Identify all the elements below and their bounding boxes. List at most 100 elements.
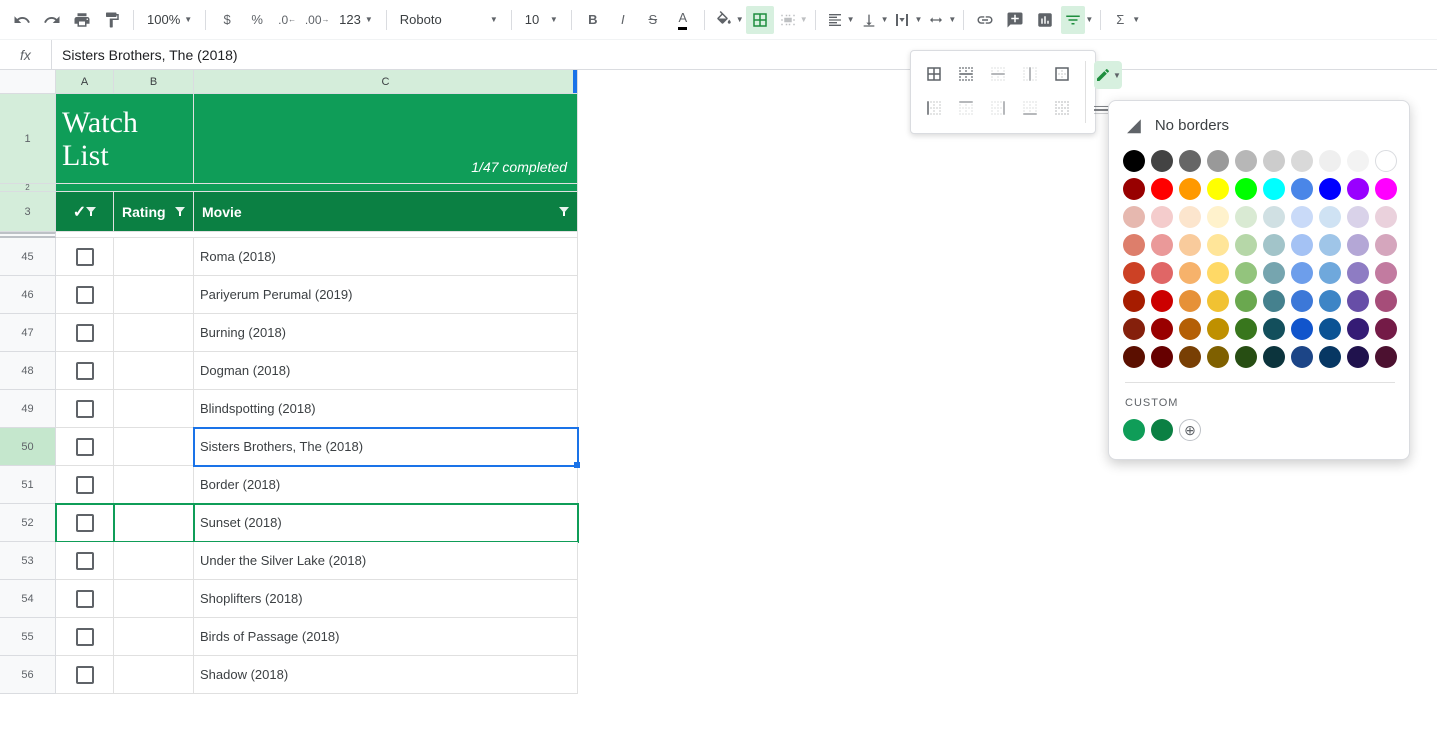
rating-cell[interactable]	[114, 656, 194, 694]
rating-cell[interactable]	[114, 428, 194, 466]
border-clear-icon[interactable]	[1049, 95, 1075, 121]
row-header[interactable]: 2	[0, 184, 56, 192]
color-swatch[interactable]	[1263, 262, 1285, 284]
row-header[interactable]: 51	[0, 466, 56, 504]
color-swatch[interactable]	[1263, 234, 1285, 256]
color-swatch[interactable]	[1291, 262, 1313, 284]
color-swatch[interactable]	[1291, 290, 1313, 312]
color-swatch[interactable]	[1123, 262, 1145, 284]
filter-arrow[interactable]: ▼	[1085, 15, 1093, 24]
no-borders-option[interactable]: ◢ No borders	[1127, 115, 1395, 136]
color-swatch[interactable]	[1291, 150, 1313, 172]
checkbox-cell[interactable]	[56, 466, 114, 504]
color-swatch[interactable]	[1207, 150, 1229, 172]
row-header[interactable]: 54	[0, 580, 56, 618]
merge-cells-button[interactable]	[776, 6, 800, 34]
undo-button[interactable]	[8, 6, 36, 34]
color-swatch[interactable]	[1375, 206, 1397, 228]
paint-format-button[interactable]	[98, 6, 126, 34]
movie-cell[interactable]: Shadow (2018)	[194, 656, 578, 694]
color-swatch[interactable]	[1375, 234, 1397, 256]
color-swatch[interactable]	[1123, 150, 1145, 172]
color-swatch[interactable]	[1207, 262, 1229, 284]
filter-icon[interactable]	[175, 207, 185, 216]
border-right-icon[interactable]	[985, 95, 1011, 121]
checkbox-cell[interactable]	[56, 542, 114, 580]
font-size-dropdown[interactable]: 10▼	[519, 6, 564, 34]
movie-cell[interactable]: Under the Silver Lake (2018)	[194, 542, 578, 580]
movie-cell[interactable]: Shoplifters (2018)	[194, 580, 578, 618]
color-swatch[interactable]	[1207, 234, 1229, 256]
color-swatch[interactable]	[1375, 150, 1397, 172]
color-swatch[interactable]	[1347, 318, 1369, 340]
functions-button[interactable]: Σ	[1108, 6, 1132, 34]
checkbox-cell[interactable]	[56, 504, 114, 542]
col-header-A[interactable]: A	[56, 70, 114, 94]
row-header[interactable]: 46	[0, 276, 56, 314]
color-swatch[interactable]	[1207, 206, 1229, 228]
border-bottom-icon[interactable]	[1017, 95, 1043, 121]
checkbox-cell[interactable]	[56, 618, 114, 656]
rating-cell[interactable]	[114, 504, 194, 542]
color-swatch[interactable]	[1151, 150, 1173, 172]
insert-chart-button[interactable]	[1031, 6, 1059, 34]
h-align-arrow[interactable]: ▼	[847, 15, 855, 24]
select-all-corner[interactable]	[0, 70, 56, 94]
row-header[interactable]: 47	[0, 314, 56, 352]
color-swatch[interactable]	[1347, 178, 1369, 200]
color-swatch[interactable]	[1235, 234, 1257, 256]
watch-list-title[interactable]: WatchList	[56, 94, 194, 184]
color-swatch[interactable]	[1235, 290, 1257, 312]
color-swatch[interactable]	[1235, 346, 1257, 368]
print-button[interactable]	[68, 6, 96, 34]
border-horizontal-icon[interactable]	[985, 61, 1011, 87]
border-all-icon[interactable]	[921, 61, 947, 87]
color-swatch[interactable]	[1319, 206, 1341, 228]
color-swatch[interactable]	[1235, 178, 1257, 200]
color-swatch[interactable]	[1319, 234, 1341, 256]
v-align-arrow[interactable]: ▼	[881, 15, 889, 24]
color-swatch[interactable]	[1179, 262, 1201, 284]
row-header[interactable]: 1	[0, 94, 56, 184]
checkbox-icon[interactable]	[76, 514, 94, 532]
formula-input[interactable]	[52, 40, 1437, 69]
checkbox-icon[interactable]	[76, 286, 94, 304]
color-swatch[interactable]	[1235, 206, 1257, 228]
color-swatch[interactable]	[1179, 318, 1201, 340]
color-swatch[interactable]	[1263, 150, 1285, 172]
color-swatch[interactable]	[1263, 318, 1285, 340]
row-header[interactable]: 3	[0, 192, 56, 232]
font-dropdown[interactable]: Roboto▼	[394, 6, 504, 34]
add-custom-color-button[interactable]: ⊕	[1179, 419, 1201, 441]
header-rating[interactable]: Rating	[114, 192, 194, 232]
checkbox-icon[interactable]	[76, 476, 94, 494]
color-swatch[interactable]	[1179, 178, 1201, 200]
custom-color-swatch[interactable]	[1123, 419, 1145, 441]
checkbox-icon[interactable]	[76, 400, 94, 418]
color-swatch[interactable]	[1319, 262, 1341, 284]
color-swatch[interactable]	[1347, 262, 1369, 284]
rating-cell[interactable]	[114, 580, 194, 618]
color-swatch[interactable]	[1179, 346, 1201, 368]
checkbox-icon[interactable]	[76, 590, 94, 608]
rating-cell[interactable]	[114, 352, 194, 390]
checkbox-cell[interactable]	[56, 428, 114, 466]
rating-cell[interactable]	[114, 542, 194, 580]
color-swatch[interactable]	[1375, 262, 1397, 284]
border-outer-icon[interactable]	[1049, 61, 1075, 87]
color-swatch[interactable]	[1151, 346, 1173, 368]
fill-color-button[interactable]	[712, 6, 736, 34]
movie-cell[interactable]: Sunset (2018)	[194, 504, 578, 542]
color-swatch[interactable]	[1151, 178, 1173, 200]
color-swatch[interactable]	[1235, 262, 1257, 284]
color-swatch[interactable]	[1207, 178, 1229, 200]
color-swatch[interactable]	[1319, 150, 1341, 172]
color-swatch[interactable]	[1123, 178, 1145, 200]
checkbox-icon[interactable]	[76, 324, 94, 342]
rating-cell[interactable]	[114, 238, 194, 276]
color-swatch[interactable]	[1291, 234, 1313, 256]
col-header-B[interactable]: B	[114, 70, 194, 94]
color-swatch[interactable]	[1291, 318, 1313, 340]
color-swatch[interactable]	[1207, 318, 1229, 340]
color-swatch[interactable]	[1347, 150, 1369, 172]
